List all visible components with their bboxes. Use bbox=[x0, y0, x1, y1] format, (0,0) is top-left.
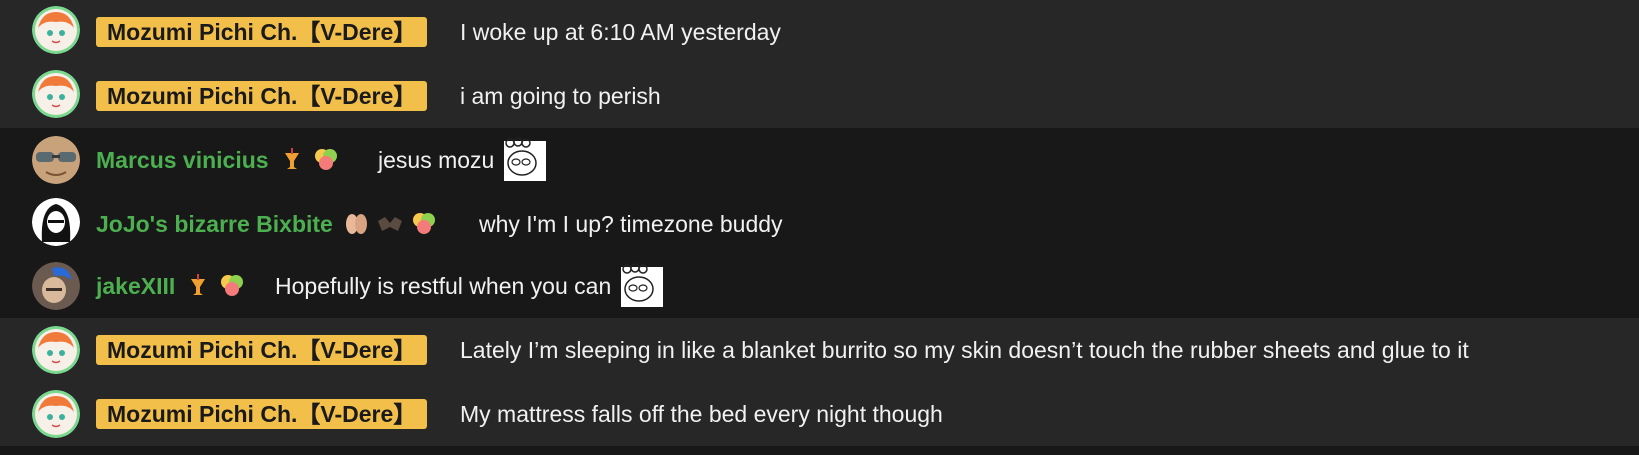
owner-name-badge[interactable]: Mozumi Pichi Ch.【V-Dere】 bbox=[96, 335, 428, 365]
author-name[interactable]: Marcus vinicius bbox=[96, 147, 269, 174]
author-name-wrap: jakeXIII bbox=[96, 254, 245, 318]
message-text: Hopefully is restful when you can bbox=[275, 272, 612, 299]
anime-girl-avatar-icon bbox=[32, 326, 80, 374]
cocktail-icon bbox=[284, 148, 299, 169]
avatar[interactable] bbox=[32, 326, 80, 374]
character-avatar-icon bbox=[32, 262, 80, 310]
fruit-slice-icon bbox=[412, 213, 435, 234]
member-badges bbox=[343, 211, 437, 237]
chat-message-partial bbox=[0, 446, 1639, 455]
owner-name-badge[interactable]: Mozumi Pichi Ch.【V-Dere】 bbox=[96, 81, 428, 111]
owner-name-badge[interactable]: Mozumi Pichi Ch.【V-Dere】 bbox=[96, 17, 428, 47]
avatar[interactable] bbox=[32, 136, 80, 184]
hooded-figure-avatar-icon bbox=[32, 198, 80, 246]
author-name-wrap: Mozumi Pichi Ch.【V-Dere】 bbox=[96, 382, 428, 446]
chat-message: Marcus vinicius jesus mozu bbox=[0, 128, 1639, 192]
author-name-wrap: Marcus vinicius bbox=[96, 128, 339, 192]
avatar[interactable] bbox=[32, 70, 80, 118]
cocktail-icon bbox=[191, 274, 206, 295]
avatar[interactable] bbox=[32, 6, 80, 54]
live-chat: Mozumi Pichi Ch.【V-Dere】 I woke up at 6:… bbox=[0, 0, 1639, 455]
avatar[interactable] bbox=[32, 390, 80, 438]
anime-girl-avatar-icon bbox=[32, 6, 80, 54]
author-name[interactable]: JoJo's bizarre Bixbite bbox=[96, 211, 333, 238]
owner-name-badge[interactable]: Mozumi Pichi Ch.【V-Dere】 bbox=[96, 399, 428, 429]
author-name-wrap: Mozumi Pichi Ch.【V-Dere】 bbox=[96, 64, 428, 128]
chat-message: Mozumi Pichi Ch.【V-Dere】 Lately I’m slee… bbox=[0, 318, 1639, 382]
chat-message: Mozumi Pichi Ch.【V-Dere】 I woke up at 6:… bbox=[0, 0, 1639, 64]
chat-message: Mozumi Pichi Ch.【V-Dere】 My mattress fal… bbox=[0, 382, 1639, 446]
ear-icon bbox=[345, 214, 367, 234]
chat-message: Mozumi Pichi Ch.【V-Dere】 i am going to p… bbox=[0, 64, 1639, 128]
avatar[interactable] bbox=[32, 262, 80, 310]
message-text: My mattress falls off the bed every nigh… bbox=[460, 400, 943, 427]
author-name-wrap: Mozumi Pichi Ch.【V-Dere】 bbox=[96, 0, 428, 64]
anime-girl-avatar-icon bbox=[32, 70, 80, 118]
fruit-slice-icon bbox=[314, 149, 337, 170]
member-badges bbox=[279, 147, 339, 173]
cat-sticker-icon bbox=[621, 263, 664, 307]
chat-message: jakeXIII Hopefully is restful when you c… bbox=[0, 254, 1639, 318]
author-name-wrap: Mozumi Pichi Ch.【V-Dere】 bbox=[96, 318, 428, 382]
author-name-wrap: JoJo's bizarre Bixbite bbox=[96, 192, 437, 256]
message-text: i am going to perish bbox=[460, 82, 661, 109]
member-badges bbox=[185, 273, 245, 299]
message-text-wrap: jesus mozu bbox=[378, 128, 548, 192]
message-text: I woke up at 6:10 AM yesterday bbox=[460, 18, 781, 45]
fruit-slice-icon bbox=[221, 275, 244, 296]
avatar[interactable] bbox=[32, 198, 80, 246]
message-text: jesus mozu bbox=[378, 146, 495, 173]
cat-sticker-icon bbox=[504, 137, 547, 181]
bat-icon bbox=[377, 217, 402, 231]
sunglasses-face-avatar-icon bbox=[32, 136, 80, 184]
message-text: why I'm I up? timezone buddy bbox=[479, 210, 783, 237]
message-text: Lately I’m sleeping in like a blanket bu… bbox=[460, 336, 1469, 363]
anime-girl-avatar-icon bbox=[32, 390, 80, 438]
author-name[interactable]: jakeXIII bbox=[96, 273, 175, 300]
chat-message: JoJo's bizarre Bixbite why I'm I up? tim… bbox=[0, 192, 1639, 256]
message-text-wrap: Hopefully is restful when you can bbox=[275, 254, 665, 318]
